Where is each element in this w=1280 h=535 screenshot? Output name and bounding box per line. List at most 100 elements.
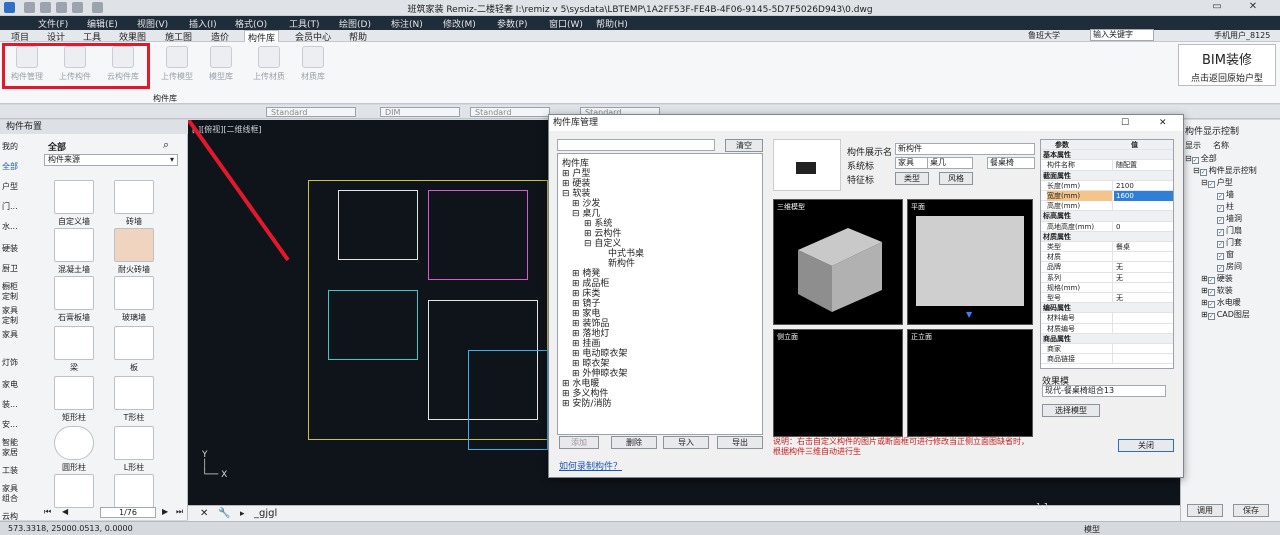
how-to-record-link[interactable]: 如何录制构件？ [559, 459, 622, 472]
clear-button[interactable]: 清空 [725, 139, 763, 152]
tree-item[interactable]: ✓ 房间 [1217, 261, 1242, 272]
menu-view[interactable]: 视图(V) [137, 17, 168, 30]
minimize-icon[interactable]: ▭ [1208, 1, 1226, 14]
tree-item[interactable]: ⊞✓ 水电暖 [1201, 297, 1241, 308]
component-item[interactable]: 石膏板墙 [46, 276, 102, 323]
category-cabinet-custom[interactable]: 橱柜定制 [2, 282, 24, 302]
property-row[interactable]: 宽度(mm) 1600 [1041, 191, 1173, 202]
property-row[interactable]: 商品链接 [1041, 354, 1173, 365]
component-item[interactable]: 混凝土墙 [46, 228, 102, 275]
type-button[interactable]: 类型 [895, 172, 929, 185]
component-item[interactable]: 砖墙 [106, 180, 162, 227]
menu-window[interactable]: 窗口(W) [549, 17, 583, 30]
bim-decoration-button[interactable]: BIM装修 点击返回原始户型 [1178, 44, 1276, 86]
close-window-icon[interactable]: ✕ [1244, 1, 1262, 14]
export-button[interactable]: 导出 [717, 436, 763, 449]
tree-item[interactable]: ✓ 柱 [1217, 201, 1234, 212]
component-search-input[interactable] [557, 139, 715, 151]
tree-item[interactable]: ⊟✓ 构件显示控制 [1193, 165, 1257, 176]
tree-item[interactable]: ⊟✓ 全部 [1185, 153, 1217, 164]
property-row[interactable]: 规格(mm) [1041, 282, 1173, 293]
category-furniture[interactable]: 家具 [2, 330, 24, 340]
category-layout[interactable]: 户型 [2, 182, 24, 192]
style-button[interactable]: 风格 [939, 172, 973, 185]
tree-item[interactable]: ⊞✓ 硬装 [1201, 273, 1233, 284]
upload-model-button[interactable]: 上传模型 [154, 46, 200, 82]
table-style-select[interactable]: Standard [470, 107, 550, 117]
save-button[interactable]: 保存 [1233, 504, 1269, 517]
property-row[interactable]: 商家 [1041, 344, 1173, 355]
tree-node[interactable]: ⊞ 安防/消防 [562, 396, 611, 409]
menu-tools[interactable]: 工具(T) [289, 17, 320, 30]
menu-dimension[interactable]: 标注(N) [391, 17, 423, 30]
property-row[interactable]: 型号无 [1041, 293, 1173, 304]
component-item[interactable]: 矩形柱 [46, 376, 102, 423]
menu-edit[interactable]: 编辑(E) [87, 17, 118, 30]
material-library-button[interactable]: 材质库 [290, 46, 336, 82]
property-row[interactable]: 材质 [1041, 252, 1173, 263]
tree-item[interactable]: ✓ 墙洞 [1217, 213, 1242, 224]
property-row[interactable]: 构件名称 随配置 [1041, 160, 1173, 171]
category-security[interactable]: 安... [2, 420, 24, 430]
tree-item[interactable]: ⊞✓ CAD图层 [1201, 309, 1250, 320]
category-hard-decor[interactable]: 硬装 [2, 244, 24, 254]
prev-page-icon[interactable]: ◀ [62, 507, 68, 516]
tag-select-3[interactable]: 餐桌椅 [987, 157, 1035, 169]
property-group-row[interactable]: 标高属性 [1041, 211, 1173, 222]
close-icon[interactable]: ✕ [200, 508, 208, 519]
category-furniture-set[interactable]: 家具组合 [2, 484, 24, 504]
maximize-icon[interactable]: ☐ [1121, 115, 1129, 131]
delete-button[interactable]: 删除 [611, 436, 657, 449]
tree-item[interactable]: ✓ 墙 [1217, 189, 1234, 200]
component-item[interactable]: 板 [106, 326, 162, 373]
dim-style-select[interactable]: DIM [380, 107, 460, 117]
view-side[interactable]: 侧立面 [773, 329, 903, 437]
annotation-scale[interactable]: 1:1 [1036, 502, 1049, 511]
component-item[interactable]: 自定义墙 [46, 180, 102, 227]
command-input[interactable]: _gjgl [254, 508, 277, 519]
component-item[interactable]: L形柱 [106, 426, 162, 473]
effect-model-value[interactable]: 现代-餐桌椅组合13 [1042, 385, 1166, 397]
menu-format[interactable]: 格式(O) [235, 17, 267, 30]
tree-item[interactable]: ✓ 窗 [1217, 249, 1234, 260]
wrench-icon[interactable]: 🔧 [218, 508, 230, 519]
model-space-button[interactable]: 模型 [1084, 524, 1100, 535]
category-all[interactable]: 全部 [2, 162, 24, 172]
tree-item[interactable]: ⊟✓ 户型 [1201, 177, 1233, 188]
component-item[interactable]: 玻璃墙 [106, 276, 162, 323]
import-button[interactable]: 导入 [663, 436, 709, 449]
first-page-icon[interactable]: ⏮ [44, 507, 51, 517]
menu-params[interactable]: 参数(P) [497, 17, 527, 30]
view-plan[interactable]: 平面 ▼ [907, 199, 1033, 325]
category-commercial[interactable]: 工装 [2, 466, 24, 476]
source-dropdown[interactable]: 构件来源 ▾ [44, 154, 178, 166]
property-row[interactable]: 高度(mm) [1041, 201, 1173, 212]
menu-file[interactable]: 文件(F) [38, 17, 68, 30]
search-icon[interactable]: ⌕ [163, 138, 169, 152]
property-group-row[interactable]: 材质属性 [1041, 231, 1173, 242]
property-group-row[interactable]: 编码属性 [1041, 303, 1173, 314]
category-water[interactable]: 水... [2, 222, 24, 232]
last-page-icon[interactable]: ⏭ [176, 507, 183, 517]
view-front[interactable]: 正立面 [907, 329, 1033, 437]
category-smart-home[interactable]: 智能家居 [2, 438, 24, 458]
tree-item[interactable]: ✓ 门扇 [1217, 225, 1242, 236]
menu-modify[interactable]: 修改(M) [443, 17, 476, 30]
component-item[interactable]: 耐火砖墙 [106, 228, 162, 275]
apply-button[interactable]: 调用 [1187, 504, 1223, 517]
property-row[interactable]: 系列无 [1041, 272, 1173, 283]
view-3d[interactable]: 三维模型 [773, 199, 903, 325]
component-preview[interactable] [773, 139, 841, 191]
menu-help[interactable]: 帮助(H) [596, 17, 628, 30]
property-row[interactable]: 长度(mm) 2100 [1041, 180, 1173, 191]
page-indicator[interactable]: 1/76 [100, 507, 156, 518]
category-kitchen-bath[interactable]: 厨卫 [2, 264, 24, 274]
component-item[interactable]: 圆形柱 [46, 426, 102, 473]
category-mine[interactable]: 我的 [2, 142, 24, 152]
menu-insert[interactable]: 插入(I) [189, 17, 217, 30]
category-furniture-custom[interactable]: 家具定制 [2, 306, 24, 326]
phone-user[interactable]: 手机用户_8125 [1214, 30, 1270, 41]
tree-node[interactable]: 新构件 [608, 256, 635, 269]
property-group-row[interactable]: 截面属性 [1041, 170, 1173, 181]
add-button[interactable]: 添加 [559, 436, 599, 449]
